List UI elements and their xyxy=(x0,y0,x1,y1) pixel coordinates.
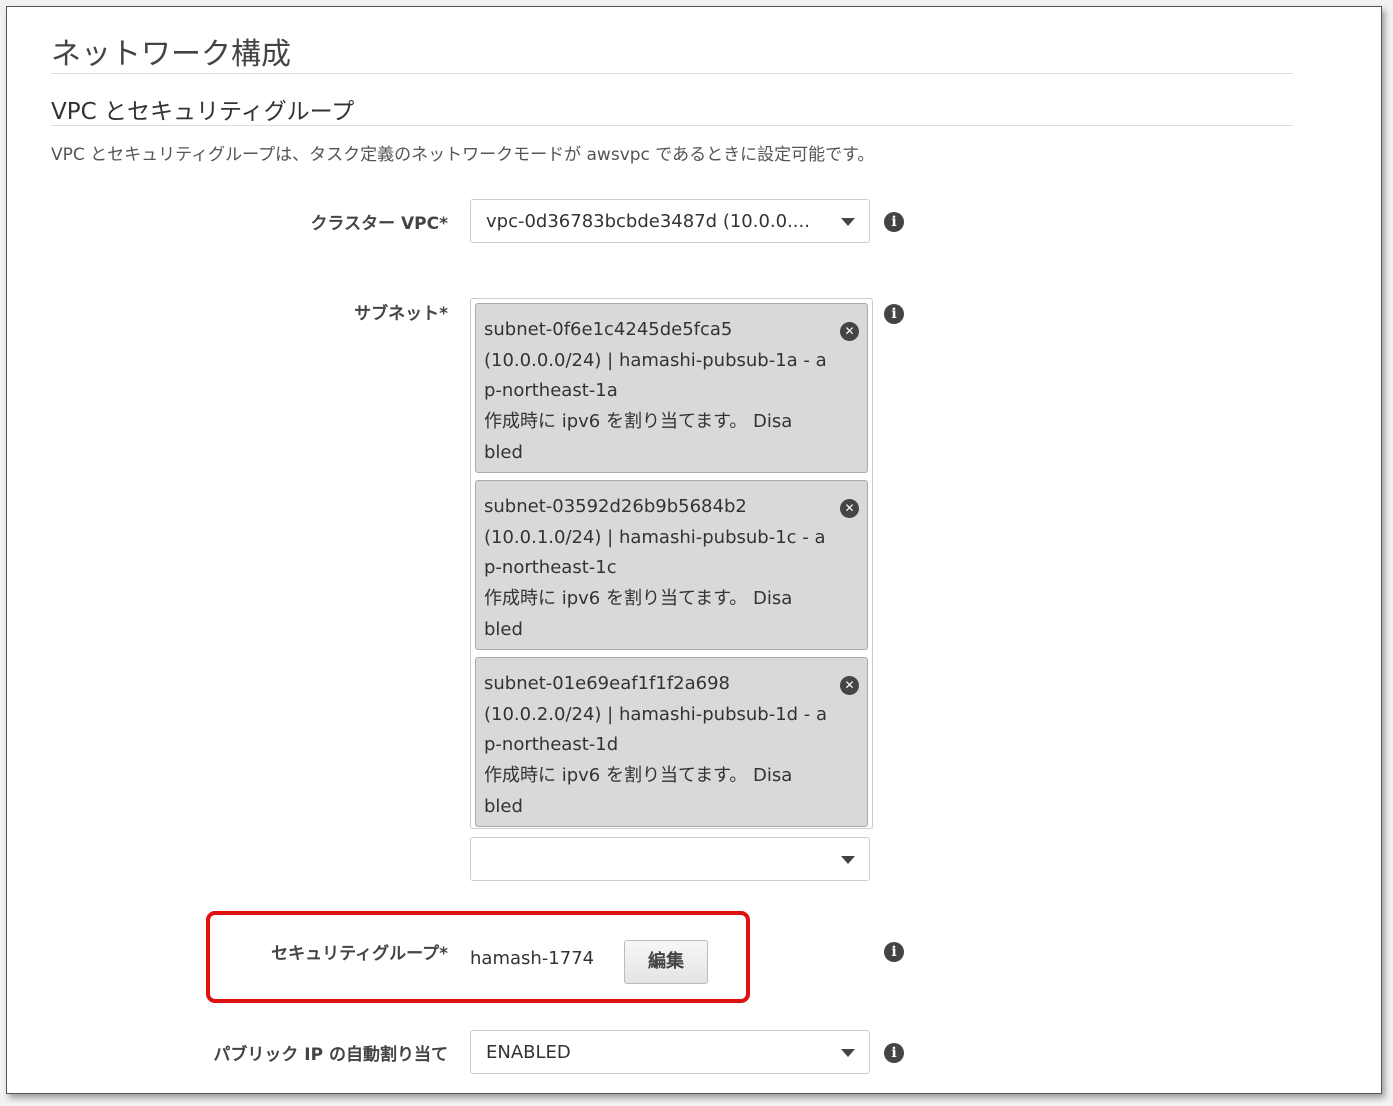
subnet-multiselect[interactable]: subnet-0f6e1c4245de5fca5 (10.0.0.0/24) |… xyxy=(470,298,873,829)
security-group-label: セキュリティグループ* xyxy=(271,944,448,964)
chevron-down-icon xyxy=(841,218,855,226)
subnet-chip-text: subnet-01e69eaf1f1f2a698 (10.0.2.0/24) |… xyxy=(484,673,828,817)
subnet-chip-text: subnet-0f6e1c4245de5fca5 (10.0.0.0/24) |… xyxy=(484,319,827,463)
subnet-chip: subnet-01e69eaf1f1f2a698 (10.0.2.0/24) |… xyxy=(475,657,868,827)
info-icon[interactable]: i xyxy=(884,212,904,232)
remove-icon[interactable]: ✕ xyxy=(840,676,859,695)
public-ip-select[interactable]: ENABLED xyxy=(470,1030,870,1074)
remove-icon[interactable]: ✕ xyxy=(840,499,859,518)
page-title: ネットワーク構成 xyxy=(51,37,291,72)
subnet-chip: subnet-03592d26b9b5684b2 (10.0.1.0/24) |… xyxy=(475,480,868,650)
security-group-value: hamash-1774 xyxy=(470,948,595,969)
section-title: VPC とセキュリティグループ xyxy=(51,99,355,125)
section-description: VPC とセキュリティグループは、タスク定義のネットワークモードが awsvpc… xyxy=(51,145,875,165)
cluster-vpc-label: クラスター VPC* xyxy=(310,214,448,234)
remove-icon[interactable]: ✕ xyxy=(840,322,859,341)
divider xyxy=(51,73,1293,74)
subnet-chip-text: subnet-03592d26b9b5684b2 (10.0.1.0/24) |… xyxy=(484,496,826,640)
subnet-chip: subnet-0f6e1c4245de5fca5 (10.0.0.0/24) |… xyxy=(475,303,868,473)
cluster-vpc-value: vpc-0d36783bcbde3487d (10.0.0.... xyxy=(486,211,810,232)
chevron-down-icon xyxy=(841,856,855,864)
info-icon[interactable]: i xyxy=(884,304,904,324)
chevron-down-icon xyxy=(841,1049,855,1057)
public-ip-value: ENABLED xyxy=(486,1042,571,1063)
info-icon[interactable]: i xyxy=(884,1043,904,1063)
public-ip-label: パブリック IP の自動割り当て xyxy=(213,1045,448,1065)
network-config-panel: ネットワーク構成 VPC とセキュリティグループ VPC とセキュリティグループ… xyxy=(6,6,1382,1094)
subnet-add-select[interactable] xyxy=(470,837,870,881)
divider xyxy=(51,125,1293,126)
subnets-label: サブネット* xyxy=(354,304,448,324)
info-icon[interactable]: i xyxy=(884,942,904,962)
edit-button[interactable]: 編集 xyxy=(624,940,708,984)
cluster-vpc-select[interactable]: vpc-0d36783bcbde3487d (10.0.0.... xyxy=(470,199,870,243)
